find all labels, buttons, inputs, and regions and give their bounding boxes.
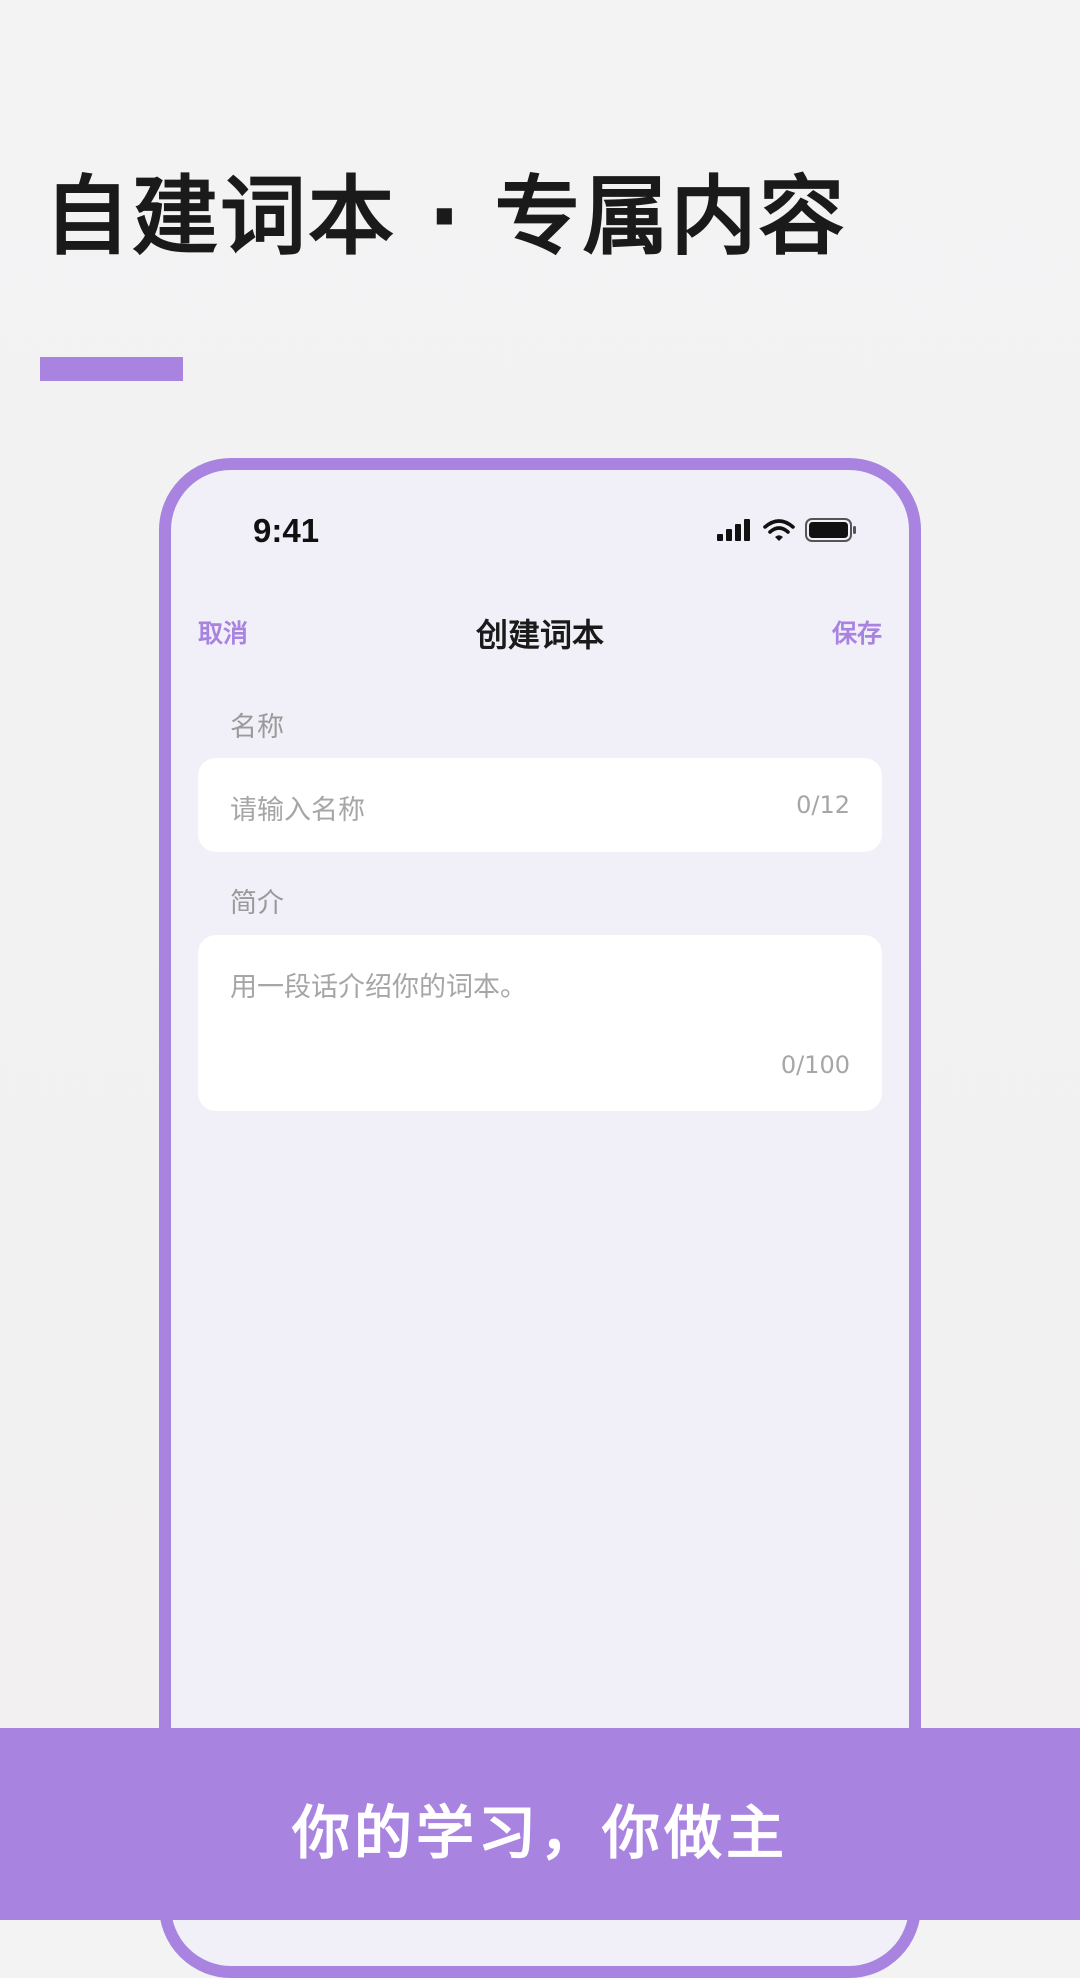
description-textarea[interactable]: 用一段话介绍你的词本。 0/100 (198, 935, 882, 1111)
nav-bar: 取消 创建词本 保存 (171, 600, 909, 660)
slogan-text: 你的学习，你做主 (291, 1799, 788, 1867)
save-button[interactable]: 保存 (832, 614, 882, 650)
description-char-counter: 0/100 (780, 1051, 850, 1079)
promo-headline: 自建词本 · 专属内容 (44, 167, 847, 267)
nav-title: 创建词本 (475, 616, 604, 654)
wifi-icon (763, 519, 795, 541)
description-label: 简介 (230, 888, 284, 919)
battery-icon (805, 518, 856, 542)
name-input[interactable]: 请输入名称 0/12 (198, 758, 882, 852)
description-placeholder: 用一段话介绍你的词本。 (230, 972, 527, 1003)
status-bar: 9:41 (171, 470, 909, 560)
name-char-counter: 0/12 (796, 791, 850, 819)
accent-bar (40, 357, 183, 381)
name-label: 名称 (230, 712, 284, 743)
bottom-banner: 你的学习，你做主 (0, 1728, 1080, 1920)
status-icons (717, 518, 857, 542)
name-placeholder: 请输入名称 (230, 795, 365, 826)
cellular-signal-icon (717, 519, 750, 541)
status-time: 9:41 (253, 512, 320, 549)
